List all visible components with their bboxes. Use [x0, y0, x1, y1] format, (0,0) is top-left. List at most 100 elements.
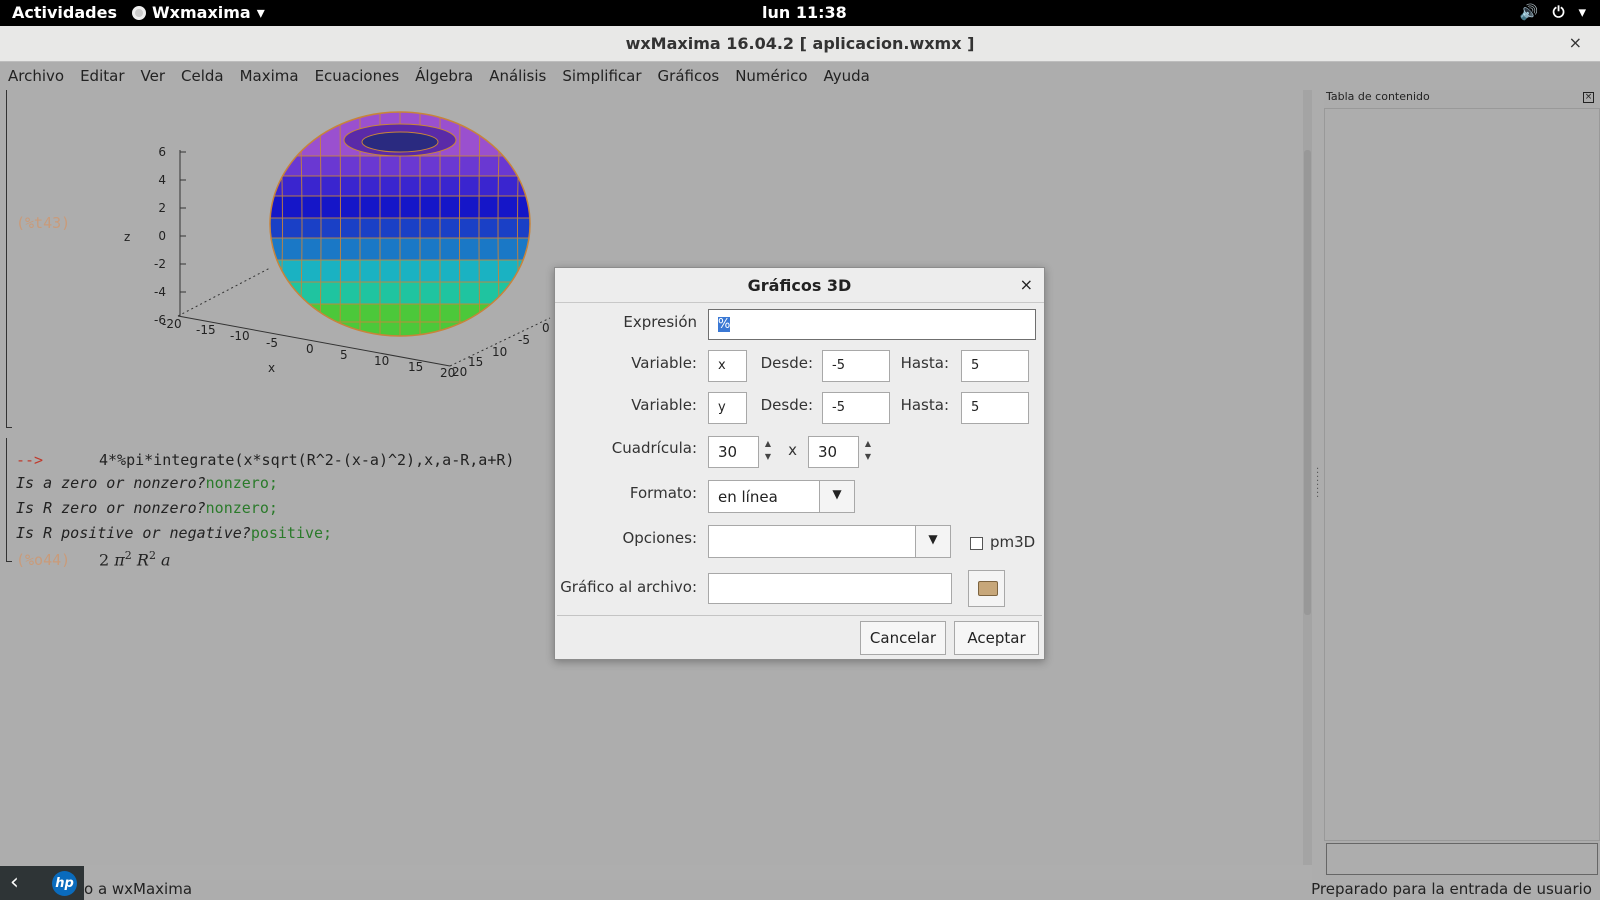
power-icon: ⏻	[1552, 3, 1565, 21]
cell-bracket-input[interactable]	[6, 438, 12, 562]
toc-title: Tabla de contenido	[1326, 90, 1430, 103]
window-title-bar: wxMaxima 16.04.2 [ aplicacion.wxmx ] ×	[0, 26, 1600, 62]
output-expression: 2 π2 R2 a	[99, 549, 171, 570]
menu-ecuaciones[interactable]: Ecuaciones	[315, 62, 408, 90]
hasta-label-2: Hasta:	[900, 396, 949, 414]
system-top-bar: Actividades Wxmaxima ▾ lun 11:38 🔊 ⏻ ▾	[0, 0, 1600, 26]
z-axis-label: z	[124, 230, 130, 244]
x-tick: 10	[374, 354, 389, 368]
window-title: wxMaxima 16.04.2 [ aplicacion.wxmx ]	[625, 34, 975, 53]
z-axis-ticks: 6 4 2 0 -2 -4 -6	[154, 145, 166, 327]
status-right: Preparado para la entrada de usuario	[1311, 880, 1592, 898]
variable-input-2[interactable]: y	[708, 392, 747, 424]
cancel-button[interactable]: Cancelar	[860, 621, 946, 655]
stepper-arrows-icon[interactable]: ▲ ▼	[760, 437, 776, 463]
grip-icon: · · · · · · · ·	[1316, 464, 1320, 503]
system-tray[interactable]: 🔊 ⏻ ▾	[1520, 3, 1586, 21]
x-tick: -20	[162, 317, 182, 331]
formato-select[interactable]: en línea ▼	[708, 480, 855, 513]
hasta-input-1[interactable]: 5	[961, 350, 1029, 382]
menu-archivo[interactable]: Archivo	[8, 62, 72, 90]
formato-label: Formato:	[629, 484, 697, 502]
toc-list[interactable]	[1324, 108, 1600, 841]
toc-search-input[interactable]	[1326, 843, 1598, 875]
expresion-input[interactable]: %	[708, 309, 1036, 340]
volume-icon: 🔊	[1519, 3, 1539, 21]
menu-ayuda[interactable]: Ayuda	[824, 62, 878, 90]
expresion-label: Expresión	[623, 313, 697, 331]
window-close-button[interactable]: ×	[1569, 33, 1582, 52]
archivo-input[interactable]	[708, 573, 952, 604]
status-left: o a wxMaxima	[84, 880, 193, 898]
x-tick: -5	[266, 336, 278, 350]
back-arrow-icon[interactable]: ‹	[10, 870, 19, 895]
ok-button[interactable]: Aceptar	[954, 621, 1039, 655]
output-label: (%o44)	[16, 551, 71, 569]
x-tick: -10	[230, 329, 250, 343]
y-tick: 10	[492, 345, 507, 359]
app-menu[interactable]: Wxmaxima ▾	[132, 3, 265, 22]
y-tick: 20	[452, 365, 467, 379]
grid-x-stepper[interactable]: 30 ▲ ▼	[708, 436, 771, 468]
chevron-down-icon[interactable]: ▼	[819, 480, 855, 513]
chevron-down-icon: ▾	[256, 3, 265, 22]
panel-splitter[interactable]: · · · · · · · ·	[1312, 90, 1324, 880]
z-tick: 2	[158, 201, 166, 215]
menu-graficos[interactable]: Gráficos	[658, 62, 728, 90]
variable-input-1[interactable]: x	[708, 350, 747, 382]
app-gear-icon	[132, 5, 146, 20]
menu-ver[interactable]: Ver	[141, 62, 174, 90]
x-tick: 0	[306, 342, 314, 356]
y-tick: 15	[468, 355, 483, 369]
z-tick: 6	[158, 145, 166, 159]
desde-input-2[interactable]: -5	[822, 392, 890, 424]
input-code[interactable]: 4*%pi*integrate(x*sqrt(R^2-(x-a)^2),x,a-…	[99, 451, 514, 469]
menu-numerico[interactable]: Numérico	[735, 62, 815, 90]
x-tick: -15	[196, 323, 216, 337]
grid-y-stepper[interactable]: 30 ▲ ▼	[808, 436, 871, 468]
app-menu-label: Wxmaxima	[152, 3, 251, 22]
worksheet-scrollbar[interactable]	[1303, 90, 1312, 865]
hasta-label-1: Hasta:	[900, 354, 949, 372]
activities-button[interactable]: Actividades	[12, 3, 117, 22]
x-axis-label: x	[268, 361, 275, 375]
z-tick: -4	[154, 285, 166, 299]
browse-folder-button[interactable]	[968, 570, 1005, 607]
menu-maxima[interactable]: Maxima	[240, 62, 307, 90]
status-bar: o a wxMaxima Preparado para la entrada d…	[0, 880, 1600, 900]
dialog-close-button[interactable]: ×	[1020, 275, 1033, 294]
menu-analisis[interactable]: Análisis	[489, 62, 554, 90]
z-tick: -2	[154, 257, 166, 271]
cell-bracket-plot[interactable]	[6, 90, 12, 428]
dock-launcher: ‹ hp	[0, 866, 84, 900]
pm3d-label: pm3D	[990, 533, 1036, 551]
hasta-input-2[interactable]: 5	[961, 392, 1029, 424]
stepper-arrows-icon[interactable]: ▲ ▼	[860, 437, 876, 463]
menu-bar: Archivo Editar Ver Celda Maxima Ecuacion…	[0, 62, 1600, 90]
y-tick: 0	[542, 321, 550, 335]
desde-input-1[interactable]: -5	[822, 350, 890, 382]
menu-celda[interactable]: Celda	[181, 62, 232, 90]
dialog-separator	[557, 615, 1042, 616]
scrollbar-thumb[interactable]	[1304, 150, 1311, 615]
chevron-down-icon[interactable]: ▼	[915, 525, 951, 558]
menu-editar[interactable]: Editar	[80, 62, 132, 90]
variable-label-1: Variable:	[631, 354, 697, 372]
menu-algebra[interactable]: Álgebra	[415, 62, 481, 90]
hp-logo-icon[interactable]: hp	[52, 871, 77, 896]
menu-simplificar[interactable]: Simplificar	[562, 62, 649, 90]
y-axis-ticks: 20 15 10 -5 0	[452, 321, 550, 379]
clock[interactable]: lun 11:38	[762, 3, 847, 22]
opciones-select[interactable]: ▼	[708, 525, 951, 558]
cuadricula-label: Cuadrícula:	[611, 439, 697, 457]
folder-icon	[978, 581, 998, 596]
opciones-label: Opciones:	[622, 529, 697, 547]
x-tick: 15	[408, 360, 423, 374]
chevron-down-icon: ▾	[1578, 3, 1586, 21]
plot3d-dialog: Gráficos 3D × Expresión % Variable: x De…	[554, 267, 1045, 660]
question-3: Is R positive or negative?positive;	[16, 524, 333, 542]
toc-close-button[interactable]: ×	[1583, 92, 1594, 103]
pm3d-checkbox[interactable]	[970, 537, 983, 550]
z-tick: 4	[158, 173, 166, 187]
x-tick: 5	[340, 348, 348, 362]
